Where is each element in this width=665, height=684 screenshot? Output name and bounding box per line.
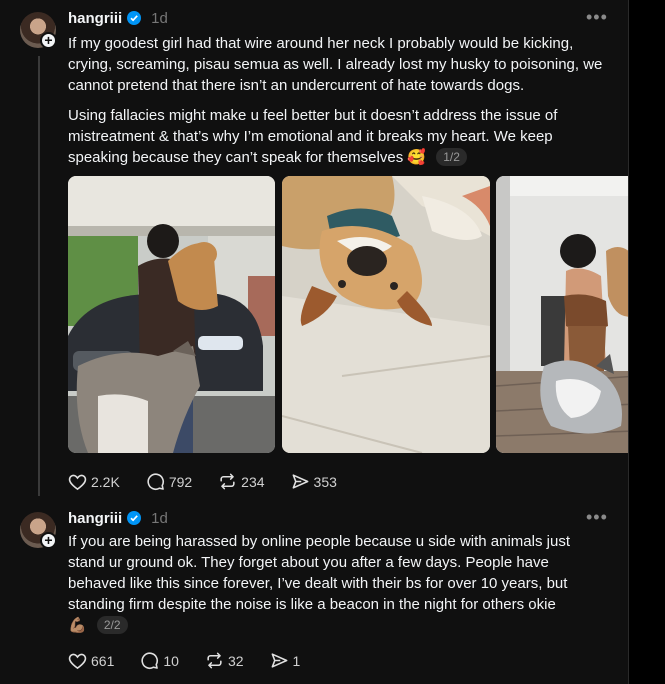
verified-badge-icon [127, 11, 142, 25]
thread-page-badge: 1/2 [436, 148, 467, 166]
follow-plus-icon[interactable]: + [40, 532, 57, 549]
share-count: 1 [292, 652, 301, 669]
post-header: hangriii 1d [68, 508, 168, 528]
post-paragraph: If my goodest girl had that wire around … [68, 35, 603, 94]
reply-count: 10 [163, 652, 179, 669]
repost-button[interactable]: 32 [205, 651, 244, 670]
post-paragraph-text: If you are being harassed by online peop… [68, 533, 570, 613]
follow-plus-icon[interactable]: + [40, 32, 57, 49]
image-carousel[interactable] [68, 176, 628, 453]
post-paragraph: If you are being harassed by online peop… [68, 531, 608, 636]
thread-connector-line [38, 56, 40, 496]
like-button[interactable]: 661 [68, 652, 114, 670]
thread-post-1: + hangriii 1d ••• If my goodest girl had… [0, 0, 628, 500]
post-actions: 2.2K 792 234 353 [68, 472, 363, 491]
carousel-image-woman-dogs[interactable] [496, 176, 628, 453]
username[interactable]: hangriii [68, 510, 122, 527]
verified-badge-icon [127, 511, 142, 525]
repost-button[interactable]: 234 [218, 472, 265, 491]
post-paragraph: Using fallacies might make u feel better… [68, 105, 608, 168]
username[interactable]: hangriii [68, 10, 122, 27]
share-count: 353 [313, 473, 337, 490]
like-button[interactable]: 2.2K [68, 473, 120, 491]
thread-page-badge: 2/2 [96, 616, 128, 634]
carousel-image-man-dog-car[interactable] [68, 176, 275, 453]
post-body: If my goodest girl had that wire around … [68, 33, 608, 178]
heart-icon [68, 474, 87, 490]
right-sidebar-edge [628, 0, 665, 684]
flexed-biceps-emoji: 💪🏽 [68, 617, 87, 634]
post-time: 1d [151, 509, 168, 527]
repost-count: 32 [227, 652, 244, 669]
share-button[interactable]: 1 [270, 651, 301, 670]
post-body: If you are being harassed by online peop… [68, 531, 608, 646]
comment-icon [147, 473, 164, 490]
carousel-image-dog-upside-down[interactable] [282, 176, 490, 453]
send-icon [271, 653, 287, 668]
like-count: 661 [91, 652, 115, 669]
reply-button[interactable]: 792 [146, 472, 192, 491]
send-icon [292, 474, 308, 489]
repost-count: 234 [241, 473, 265, 490]
more-horizontal-icon[interactable]: ••• [586, 7, 608, 28]
comment-icon [141, 652, 159, 669]
reply-count: 792 [168, 473, 193, 490]
post-header: hangriii 1d [68, 8, 168, 28]
like-count: 2.2K [91, 473, 120, 490]
post-paragraph-text: Using fallacies might make u feel better… [68, 107, 558, 166]
reply-button[interactable]: 10 [140, 651, 179, 670]
repost-icon [220, 473, 235, 490]
post-time: 1d [151, 9, 168, 27]
more-horizontal-icon[interactable]: ••• [586, 507, 608, 528]
post-actions: 661 10 32 1 [68, 651, 326, 670]
share-button[interactable]: 353 [291, 472, 337, 491]
repost-icon [207, 652, 222, 669]
smiling-face-hearts-emoji: 🥰 [407, 149, 427, 166]
heart-icon [68, 653, 87, 669]
thread-post-2: + hangriii 1d ••• If you are being haras… [0, 500, 628, 684]
